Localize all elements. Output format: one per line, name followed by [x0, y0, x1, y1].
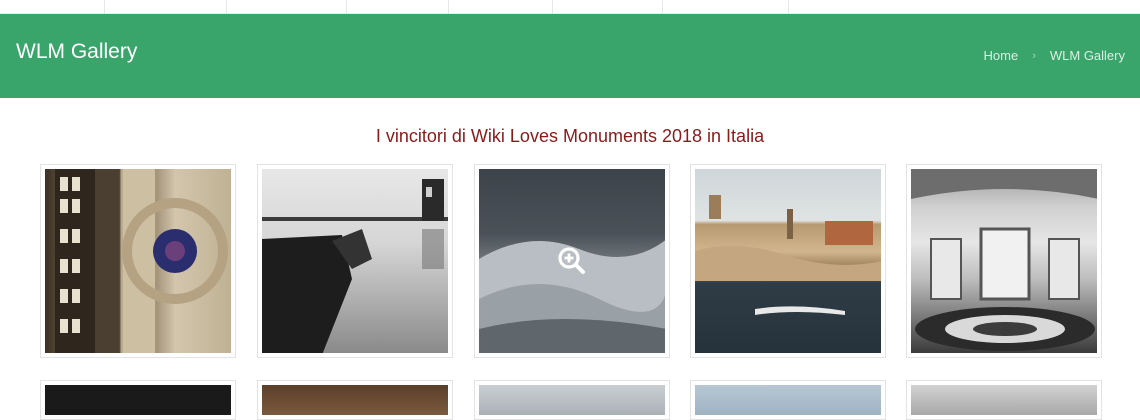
gallery-tile[interactable] — [474, 380, 670, 420]
page-header-banner: WLM Gallery Home › WLM Gallery — [0, 14, 1140, 98]
gallery-photo — [695, 385, 881, 415]
gallery-photo — [911, 385, 1097, 415]
gallery-tile[interactable] — [474, 164, 670, 358]
gallery-tile[interactable] — [690, 164, 886, 358]
nav-divider — [346, 0, 347, 14]
photo-coastal-town-swimmers — [695, 169, 881, 353]
breadcrumb-current: WLM Gallery — [1049, 48, 1125, 63]
gallery-tile[interactable] — [257, 164, 453, 358]
gallery-tile[interactable] — [40, 164, 236, 358]
gallery-photo — [262, 385, 448, 415]
zoom-in-icon — [558, 247, 585, 274]
photo-misty-water — [262, 169, 448, 353]
nav-divider — [448, 0, 449, 14]
nav-divider — [552, 0, 553, 14]
top-navigation-bar — [0, 0, 1140, 14]
breadcrumb-separator-icon: › — [1032, 49, 1036, 62]
gallery-tile[interactable] — [40, 380, 236, 420]
page-title: WLM Gallery — [16, 40, 138, 63]
nav-divider — [788, 0, 789, 14]
gallery-heading: I vincitori di Wiki Loves Monuments 2018… — [375, 126, 765, 146]
nav-divider — [104, 0, 105, 14]
photo-chapel-interior — [911, 169, 1097, 353]
gallery-tile[interactable] — [690, 380, 886, 420]
gallery-tile[interactable] — [257, 380, 453, 420]
nav-divider — [226, 0, 227, 14]
gallery-photo — [479, 385, 665, 415]
nav-divider — [662, 0, 663, 14]
gallery-tile[interactable] — [906, 164, 1102, 358]
gallery-tile[interactable] — [906, 380, 1102, 420]
photo-cathedral-ceiling — [45, 169, 231, 353]
gallery-photo — [45, 385, 231, 415]
breadcrumb: Home › WLM Gallery — [984, 48, 1125, 63]
photo-snow-landscape — [479, 169, 665, 353]
breadcrumb-home-link[interactable]: Home — [984, 48, 1019, 63]
